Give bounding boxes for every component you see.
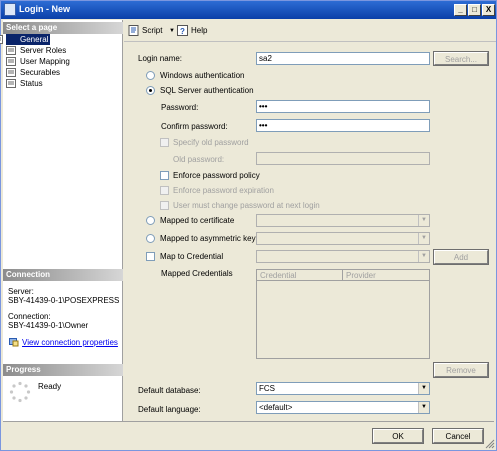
nav-item-label: General <box>20 35 49 44</box>
radio-selected-dot <box>149 89 152 92</box>
resize-grip-icon[interactable] <box>485 439 495 449</box>
grid-header-provider[interactable]: Provider <box>343 270 429 281</box>
script-icon <box>128 25 139 36</box>
login-dialog-window: Login - New _ □ X Select a page General … <box>0 0 497 451</box>
ok-button[interactable]: OK <box>372 428 424 444</box>
default-database-value: FCS <box>259 384 275 393</box>
chevron-down-icon: ▼ <box>418 233 429 244</box>
confirm-password-label: Confirm password: <box>161 122 228 131</box>
default-language-label: Default language: <box>138 405 201 414</box>
nav-item-status[interactable]: Status <box>6 78 43 89</box>
add-credential-button[interactable]: Add <box>433 249 489 265</box>
enforce-expiration-label: Enforce password expiration <box>173 186 274 195</box>
connection-properties-icon <box>9 338 19 347</box>
chevron-down-icon: ▼ <box>169 28 175 34</box>
page-icon <box>6 79 16 88</box>
cancel-button[interactable]: Cancel <box>432 428 484 444</box>
mapped-cert-label: Mapped to certificate <box>160 216 235 225</box>
credential-dropdown[interactable]: ▼ <box>256 250 430 263</box>
password-input[interactable]: ••• <box>256 100 430 113</box>
nav-item-user-mapping[interactable]: User Mapping <box>6 56 70 67</box>
script-button[interactable]: Script ▼ <box>128 24 178 37</box>
specify-old-password-checkbox[interactable] <box>160 138 169 147</box>
nav-item-securables[interactable]: Securables <box>6 67 60 78</box>
script-label: Script <box>142 26 163 35</box>
page-icon <box>6 57 16 66</box>
help-icon: ? <box>177 25 188 36</box>
default-language-value: <default> <box>259 403 293 412</box>
page-icon <box>6 46 16 55</box>
confirm-password-input[interactable]: ••• <box>256 119 430 132</box>
enforce-policy-checkbox[interactable] <box>160 171 169 180</box>
view-connection-properties-link[interactable]: View connection properties <box>22 338 118 348</box>
sql-auth-radio[interactable] <box>146 86 155 95</box>
asymmetric-key-dropdown[interactable]: ▼ <box>256 232 430 245</box>
mapped-asym-label: Mapped to asymmetric key <box>160 234 256 243</box>
left-pane: Select a page General Server Roles User … <box>0 20 123 421</box>
nav-item-label: Server Roles <box>20 46 67 55</box>
connection-header: Connection <box>3 269 123 281</box>
progress-status: Ready <box>38 382 62 391</box>
connection-value: SBY-41439-0-1\Owner <box>8 321 89 330</box>
mapped-asym-radio[interactable] <box>146 234 155 243</box>
specify-old-password-label: Specify old password <box>173 138 249 147</box>
map-credential-label: Map to Credential <box>160 252 224 261</box>
remove-credential-button[interactable]: Remove <box>433 362 489 378</box>
close-button[interactable]: X <box>482 4 495 16</box>
certificate-dropdown[interactable]: ▼ <box>256 214 430 227</box>
password-label: Password: <box>161 103 199 112</box>
must-change-checkbox[interactable] <box>160 201 169 210</box>
help-button[interactable]: ? Help <box>177 24 211 37</box>
footer-divider <box>3 421 494 422</box>
chevron-down-icon: ▼ <box>418 215 429 226</box>
progress-spinner-icon <box>9 381 31 403</box>
chevron-down-icon: ▼ <box>418 251 429 262</box>
toolbar: Script ▼ ? Help <box>124 20 496 42</box>
must-change-label: User must change password at next login <box>173 201 320 210</box>
page-icon <box>0 35 3 44</box>
mapped-credentials-grid: Credential Provider <box>256 269 430 359</box>
sql-auth-label: SQL Server authentication <box>160 86 254 95</box>
map-credential-checkbox[interactable] <box>146 252 155 261</box>
nav-item-label: Status <box>20 79 43 88</box>
maximize-button[interactable]: □ <box>468 4 481 16</box>
mapped-cert-radio[interactable] <box>146 216 155 225</box>
progress-header: Progress <box>3 364 123 376</box>
windows-auth-radio[interactable] <box>146 71 155 80</box>
help-label: Help <box>191 26 208 35</box>
enforce-expiration-checkbox[interactable] <box>160 186 169 195</box>
minimize-button[interactable]: _ <box>454 4 467 16</box>
app-icon <box>4 3 16 16</box>
chevron-down-icon: ▼ <box>418 383 429 394</box>
nav-item-server-roles[interactable]: Server Roles <box>6 45 66 56</box>
svg-text:?: ? <box>180 27 185 36</box>
nav-item-label: Securables <box>20 68 61 77</box>
chevron-down-icon: ▼ <box>418 402 429 413</box>
select-page-header: Select a page <box>3 22 123 34</box>
nav-item-general[interactable]: General <box>0 34 51 45</box>
page-icon <box>6 68 16 77</box>
enforce-policy-label: Enforce password policy <box>173 171 260 180</box>
old-password-input[interactable] <box>256 152 430 165</box>
title-bar: Login - New _ □ X <box>1 1 496 19</box>
login-name-input[interactable]: sa2 <box>256 52 430 65</box>
grid-header-credential[interactable]: Credential <box>257 270 343 281</box>
mapped-credentials-label: Mapped Credentials <box>161 269 233 278</box>
default-database-dropdown[interactable]: FCS ▼ <box>256 382 430 395</box>
default-language-dropdown[interactable]: <default> ▼ <box>256 401 430 414</box>
nav-item-label: User Mapping <box>20 57 70 66</box>
windows-auth-label: Windows authentication <box>160 71 245 80</box>
login-name-label: Login name: <box>138 54 183 63</box>
server-value: SBY-41439-0-1\POSEXPRESS <box>8 296 120 305</box>
search-button[interactable]: Search... <box>433 51 489 66</box>
window-title: Login - New <box>19 4 70 14</box>
default-database-label: Default database: <box>138 386 201 395</box>
old-password-label: Old password: <box>173 155 225 164</box>
